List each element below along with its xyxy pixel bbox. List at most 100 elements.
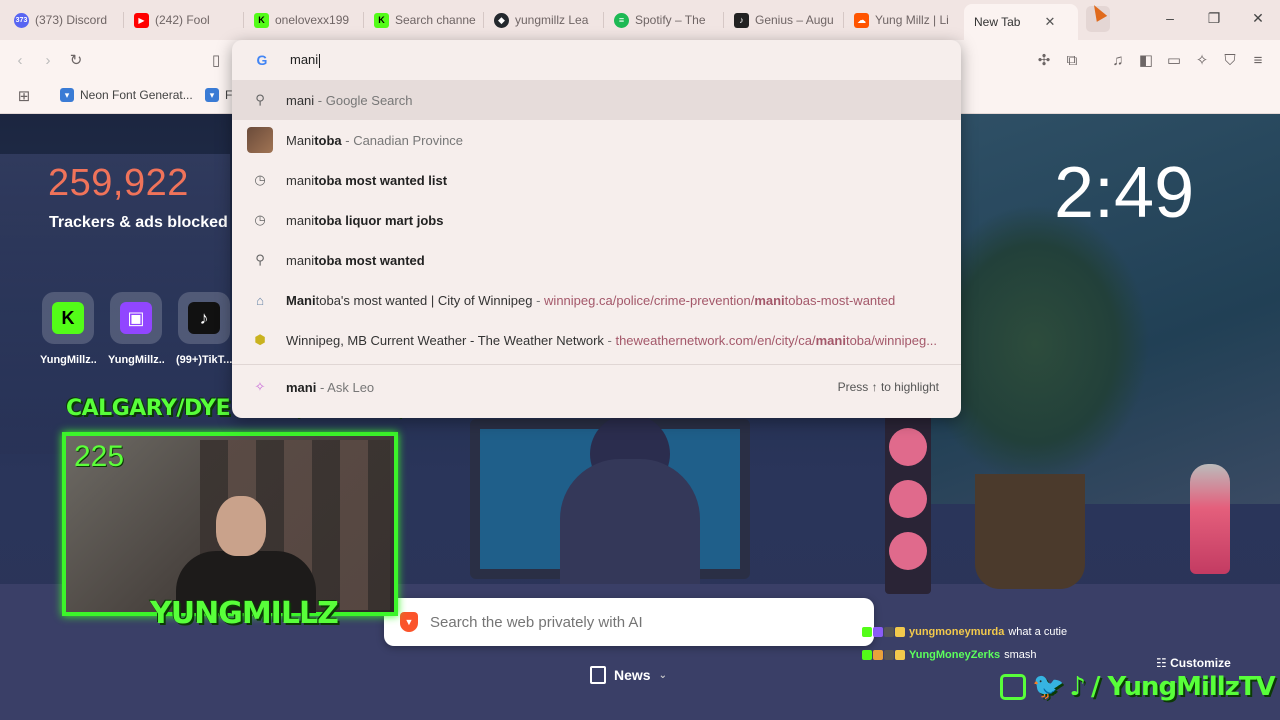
suggestion-history[interactable]: ◷ manitoba most wanted list: [232, 160, 961, 200]
suggestion-completion: toba liquor mart jobs: [314, 212, 444, 228]
highlight-hint: Press ↑ to highlight: [837, 380, 939, 394]
address-bar-text: mani: [290, 52, 319, 68]
extensions-icon[interactable]: ✣: [1034, 50, 1054, 70]
suggestion-google-search[interactable]: ⚲ mani - Google Search: [232, 80, 961, 120]
genius-icon: ♪: [734, 12, 749, 28]
tab-new-tab[interactable]: New Tab ✕: [964, 4, 1078, 40]
suggestion-completion: toba: [314, 132, 342, 148]
suggestion-completion: toba most wanted list: [314, 172, 448, 188]
suggestion-desc: - Google Search: [314, 92, 413, 108]
suggestion-ask-leo[interactable]: ✧ mani - Ask Leo Press ↑ to highlight: [232, 369, 961, 405]
bookmark-f[interactable]: ▾ F: [205, 88, 232, 102]
news-label: News: [614, 667, 651, 683]
brave-search-box[interactable]: ▼: [384, 598, 874, 646]
brave-search-input[interactable]: [430, 613, 830, 631]
soundcloud-icon: ☁: [854, 12, 869, 28]
customize-button[interactable]: ☷ Customize: [1156, 656, 1231, 670]
tab-kick-onelove[interactable]: K onelovexx199: [244, 8, 364, 32]
suggestion-url: toba/winnipeg...: [845, 332, 938, 348]
customize-label: Customize: [1170, 656, 1231, 670]
suggestion-url-bold: mani: [815, 332, 846, 348]
apps-grid-icon[interactable]: ⊞: [14, 86, 34, 106]
chat-message: yungmoneymurda what a cutie: [862, 626, 1067, 638]
close-tab-icon[interactable]: ✕: [1044, 14, 1055, 30]
background-plant-pot: [975, 474, 1085, 589]
kick-icon: K: [374, 12, 389, 28]
twitch-icon: [1000, 674, 1026, 700]
news-button[interactable]: News ⌄: [590, 666, 667, 684]
twitch-icon: ▣: [120, 302, 152, 334]
search-icon: ⚲: [255, 252, 265, 267]
suggestion-title-bold: Mani: [286, 292, 316, 308]
chat-text: what a cutie: [1008, 626, 1068, 638]
maximize-icon[interactable]: ❐: [1204, 10, 1224, 27]
suggestion-typed: mani: [286, 379, 317, 395]
tab-youtube[interactable]: ▶ (242) Fool: [124, 8, 244, 32]
suggestion-site-weather[interactable]: ⬢ Winnipeg, MB Current Weather - The Wea…: [232, 320, 961, 360]
tab-spotify[interactable]: ≡ Spotify – The: [604, 8, 724, 32]
suggestion-typed: mani: [286, 172, 315, 188]
vpn-shield-icon[interactable]: ⛉: [1220, 50, 1240, 70]
leo-icon[interactable]: ✧: [1192, 50, 1212, 70]
suggestion-entity[interactable]: Manitoba - Canadian Province: [232, 120, 961, 160]
chat-message: YungMoneyZerks smash: [862, 649, 1036, 661]
bookmark-favicon-icon: ▾: [205, 88, 219, 102]
suggestion-desc: - Canadian Province: [341, 132, 464, 148]
manitoba-thumbnail: [247, 127, 273, 153]
wallet-icon[interactable]: ▭: [1164, 50, 1184, 70]
tab-github[interactable]: ◆ yungmillz Lea: [484, 8, 604, 32]
tab-search-icon[interactable]: ⧉: [1062, 50, 1082, 70]
address-bar[interactable]: G mani: [232, 40, 961, 80]
social-handle-text: / YungMillzTV: [1090, 672, 1276, 702]
tab-label: New Tab: [974, 15, 1021, 29]
tab-genius[interactable]: ♪ Genius – Augu: [724, 8, 844, 32]
leo-sparkle-icon: ✧: [254, 379, 266, 394]
tab-label: (242) Fool: [155, 13, 210, 27]
suggestion-title: toba's most wanted | City of Winnipeg: [315, 292, 533, 308]
suggestion-title: Winnipeg, MB Current Weather - The Weath…: [286, 332, 604, 348]
suggestion-history[interactable]: ◷ manitoba liquor mart jobs: [232, 200, 961, 240]
tab-label: Search channe: [395, 13, 476, 27]
reload-icon[interactable]: ↻: [66, 50, 86, 70]
suggestion-url: winnipeg.ca/police/crime-prevention/: [544, 292, 755, 308]
suggestion-url-bold: mani: [754, 292, 785, 308]
topsite-twitch[interactable]: ▣ YungMillz...: [108, 292, 164, 366]
neon-font-icon: ▾: [60, 88, 74, 102]
kick-icon: K: [254, 12, 269, 28]
discord-icon: 373: [14, 12, 29, 28]
brave-lion-icon: ▼: [400, 612, 418, 632]
suggestion-search[interactable]: ⚲ manitoba most wanted: [232, 240, 961, 280]
tab-discord[interactable]: 373 (373) Discord: [4, 8, 124, 32]
close-window-icon[interactable]: ✕: [1248, 10, 1268, 27]
forward-icon[interactable]: ›: [38, 50, 58, 70]
google-icon: G: [256, 52, 268, 68]
webcam-counter: 225: [74, 440, 125, 473]
tab-label: Spotify – The: [635, 13, 706, 27]
chevron-down-icon: ⌄: [658, 669, 667, 681]
tab-label: Genius – Augu: [755, 13, 834, 27]
menu-icon[interactable]: ≡: [1248, 50, 1268, 70]
tab-label: yungmillz Lea: [515, 13, 589, 27]
bookmark-neon-font[interactable]: ▾ Neon Font Generat...: [60, 88, 193, 102]
topsite-kick[interactable]: K YungMillz...: [40, 292, 96, 366]
tab-soundcloud[interactable]: ☁ Yung Millz | Li: [844, 8, 962, 32]
media-icon[interactable]: ♫: [1108, 50, 1128, 70]
spotify-icon: ≡: [614, 12, 629, 28]
tab-kick-search[interactable]: K Search channe: [364, 8, 484, 32]
youtube-icon: ▶: [134, 12, 149, 28]
tab-label: (373) Discord: [35, 13, 108, 27]
topsite-label: YungMillz...: [40, 354, 96, 366]
social-handle: 🐦 ♪ / YungMillzTV: [1000, 670, 1276, 704]
tab-label: Yung Millz | Li: [875, 13, 949, 27]
omnibox-dropdown: G mani ⚲ mani - Google Search Manitoba -…: [232, 40, 961, 418]
bookmark-icon[interactable]: ▯: [206, 50, 226, 70]
streamer-name: YUNGMILLZ: [150, 596, 339, 631]
minimize-icon[interactable]: –: [1160, 10, 1180, 26]
sidebar-icon[interactable]: ◧: [1136, 50, 1156, 70]
winnipeg-favicon-icon: ⌂: [256, 292, 264, 308]
suggestion-site-winnipeg[interactable]: ⌂ Manitoba's most wanted | City of Winni…: [232, 280, 961, 320]
tiktok-icon: ♪: [1069, 672, 1086, 702]
back-icon[interactable]: ‹: [10, 50, 30, 70]
background-speaker: [885, 414, 931, 594]
topsite-tiktok[interactable]: ♪ (99+)TikT...: [176, 292, 232, 366]
